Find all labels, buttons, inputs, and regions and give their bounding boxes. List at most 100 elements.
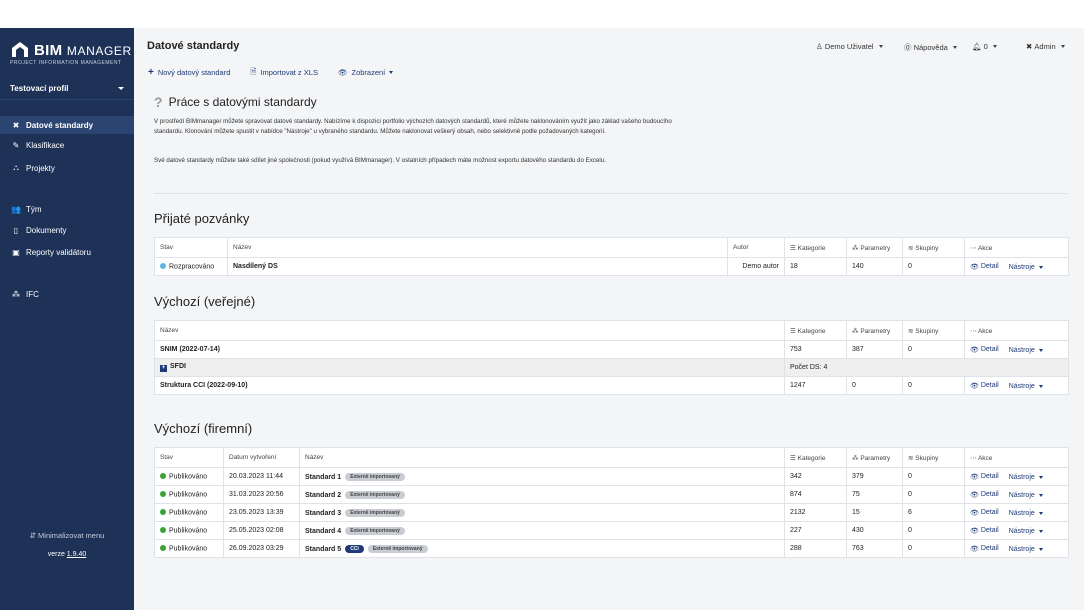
company-table: Stav Datum vytvoření Název ☰ Kategorie ⁂… xyxy=(154,447,1069,558)
eye-icon: 👁 xyxy=(970,491,979,499)
external-badge: Externě importovaný xyxy=(345,508,405,517)
external-badge: Externě importovaný xyxy=(345,490,405,499)
group-cell: 6 xyxy=(902,503,965,522)
actions-cell: 👁 Detail Nástroje xyxy=(964,539,1069,558)
tools-dropdown[interactable]: Nástroje xyxy=(1009,510,1043,517)
logo-subtitle: PROJECT INFORMATION MANAGEMENT xyxy=(10,60,122,66)
detail-link[interactable]: 👁 Detail xyxy=(970,527,999,535)
layers-icon: ≋ xyxy=(908,327,914,335)
logo[interactable]: BIM MANAGER PROJECT INFORMATION MANAGEME… xyxy=(10,40,131,70)
sidebar-item-dokumenty[interactable]: ▯ Dokumenty xyxy=(0,221,134,239)
date-cell: 26.09.2023 03:29 xyxy=(223,539,300,558)
name-cell: Nasdílený DS xyxy=(227,257,728,276)
parameter-cell: 387 xyxy=(846,340,903,359)
chevron-down-icon xyxy=(1038,547,1043,551)
detail-link[interactable]: 👁 Detail xyxy=(970,263,999,271)
sidebar-item-reporty-validatoru[interactable]: ▣ Reporty validátoru xyxy=(0,243,134,261)
category-cell: 288 xyxy=(784,539,847,558)
status-dot-icon xyxy=(160,544,166,551)
view-dropdown[interactable]: 👁 Zobrazení xyxy=(338,68,394,77)
sidebar-item-label: IFC xyxy=(26,289,39,299)
group-cell: 0 xyxy=(902,539,965,558)
notifications-menu[interactable]: 🔔︎ 0 xyxy=(972,42,997,51)
sidebar-item-projekty[interactable]: ⛬ Projekty xyxy=(0,159,134,177)
arrows-icon: ⇵ xyxy=(29,531,36,540)
status-dot-icon xyxy=(160,262,166,269)
import-xls-button[interactable]: 🗎 Importovat z XLS xyxy=(250,66,318,79)
eye-icon: 👁 xyxy=(970,473,979,481)
chevron-down-icon xyxy=(118,87,124,90)
sidebar: BIM MANAGER PROJECT INFORMATION MANAGEME… xyxy=(0,28,134,610)
actions-cell: 👁 Detail Nástroje xyxy=(964,485,1069,504)
eye-icon: 👁 xyxy=(970,263,979,271)
tools-dropdown[interactable]: Nástroje xyxy=(1009,264,1043,271)
col-parametry: ⁂ Parametry xyxy=(846,320,903,341)
detail-link[interactable]: 👁 Detail xyxy=(970,382,999,390)
ellipsis-icon: ⋯ xyxy=(970,454,977,462)
tools-dropdown[interactable]: Nástroje xyxy=(1009,492,1043,499)
count-cell: Počet DS: 4 xyxy=(784,358,1069,377)
list-icon: ☰ xyxy=(790,327,796,335)
col-autor: Autor xyxy=(727,237,785,258)
minimize-menu-button[interactable]: ⇵ Minimalizovat menu xyxy=(0,531,134,540)
parameter-cell: 75 xyxy=(846,485,903,504)
actions-cell: 👁 Detail Nástroje xyxy=(964,340,1069,359)
clipboard-icon: ▣ xyxy=(12,247,20,257)
name-cell: SNIM (2022-07-14) xyxy=(154,340,785,359)
plus-icon: + xyxy=(148,66,154,78)
version-link[interactable]: 1.9.40 xyxy=(67,551,86,558)
name-cell: + SFDI xyxy=(154,358,785,377)
chevron-down-icon xyxy=(1038,348,1043,352)
help-menu[interactable]: ⓪ Nápověda xyxy=(904,42,957,53)
status-cell: Rozpracováno xyxy=(154,257,228,276)
admin-menu[interactable]: ✖ Admin xyxy=(1026,42,1065,51)
users-icon: 👥 xyxy=(11,204,21,214)
help-heading: ? Práce s datovými standardy xyxy=(154,94,317,110)
parameters-icon: ⁂ xyxy=(852,327,859,335)
date-cell: 20.03.2023 11:44 xyxy=(223,467,300,486)
col-akce: ⋯ Akce xyxy=(964,237,1069,258)
user-menu[interactable]: ♙ Demo Uživatel xyxy=(816,42,883,51)
col-kategorie: ☰ Kategorie xyxy=(784,447,847,468)
sidebar-item-ifc[interactable]: ⁂ IFC xyxy=(0,285,134,303)
sidebar-item-datove-standardy[interactable]: ✖ Datové standardy xyxy=(0,116,134,134)
group-cell: 0 xyxy=(902,467,965,486)
detail-link[interactable]: 👁 Detail xyxy=(970,509,999,517)
sidebar-item-tym[interactable]: 👥 Tým xyxy=(0,200,134,218)
chevron-down-icon xyxy=(1038,529,1043,533)
date-cell: 23.05.2023 13:39 xyxy=(223,503,300,522)
tools-dropdown[interactable]: Nástroje xyxy=(1009,528,1043,535)
parameter-cell: 15 xyxy=(846,503,903,522)
name-cell: Standard 4 Externě importovaný xyxy=(299,521,785,540)
detail-link[interactable]: 👁 Detail xyxy=(970,545,999,553)
toolbar: + Nový datový standard 🗎 Importovat z XLS … xyxy=(148,66,413,78)
page-title: Datové standardy xyxy=(147,40,240,52)
shapes-icon: ⁂ xyxy=(12,289,20,299)
tools-dropdown[interactable]: Nástroje xyxy=(1009,347,1043,354)
help-paragraph-1: V prostředí BIMmanager můžete spravovat … xyxy=(154,118,672,135)
external-badge: Externě importovaný xyxy=(345,472,405,481)
detail-link[interactable]: 👁 Detail xyxy=(970,491,999,499)
tools-dropdown[interactable]: Nástroje xyxy=(1009,383,1043,390)
detail-link[interactable]: 👁 Detail xyxy=(970,473,999,481)
name-cell: Standard 1 Externě importovaný xyxy=(299,467,785,486)
document-icon: ▯ xyxy=(13,225,19,235)
tools-dropdown[interactable]: Nástroje xyxy=(1009,546,1043,553)
status-dot-icon xyxy=(160,508,166,515)
sidebar-item-label: Klasifikace xyxy=(26,140,65,150)
new-standard-button[interactable]: + Nový datový standard xyxy=(148,67,230,78)
profile-selector[interactable]: Testovací profil xyxy=(0,78,134,100)
table-row: Struktura CCI (2022-09-10) 1247 0 0 👁 De… xyxy=(154,376,1069,395)
status-cell: Publikováno xyxy=(154,485,224,504)
sidebar-item-label: Projekty xyxy=(26,163,55,173)
detail-link[interactable]: 👁 Detail xyxy=(970,346,999,354)
actions-cell: 👁 Detail Nástroje xyxy=(964,376,1069,395)
col-kategorie: ☰ Kategorie xyxy=(784,320,847,341)
eye-icon: 👁 xyxy=(970,527,979,535)
tools-icon: ✖ xyxy=(12,120,20,130)
list-icon: ☰ xyxy=(790,454,796,462)
group-row[interactable]: + SFDI Počet DS: 4 xyxy=(154,358,1069,377)
tools-dropdown[interactable]: Nástroje xyxy=(1009,474,1043,481)
group-cell: 0 xyxy=(902,340,965,359)
sidebar-item-klasifikace[interactable]: ✎ Klasifikace xyxy=(0,136,134,154)
